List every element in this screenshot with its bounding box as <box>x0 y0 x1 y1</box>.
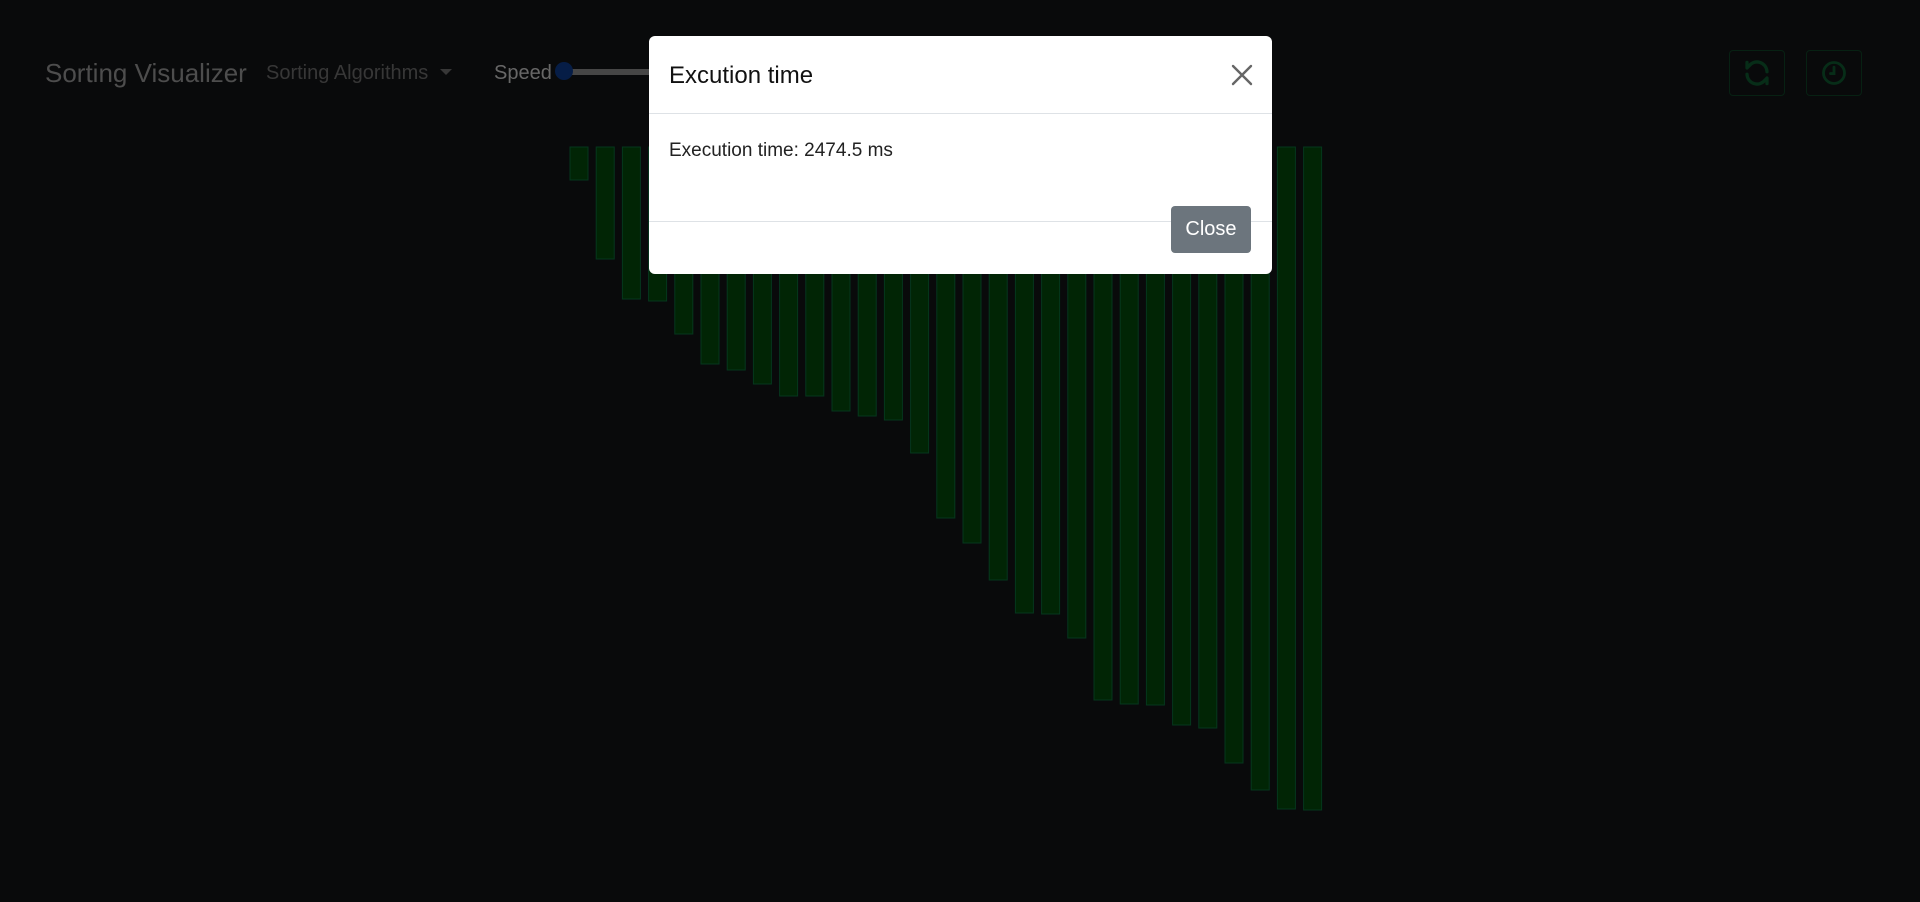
execution-time-text: Execution time: 2474.5 ms <box>669 140 893 161</box>
close-button[interactable]: Close <box>1171 206 1251 253</box>
execution-time-modal: Excution time Execution time: 2474.5 ms … <box>649 36 1272 274</box>
close-icon[interactable] <box>1227 60 1257 90</box>
modal-title: Excution time <box>669 62 814 89</box>
modal-header: Excution time <box>649 36 1272 114</box>
